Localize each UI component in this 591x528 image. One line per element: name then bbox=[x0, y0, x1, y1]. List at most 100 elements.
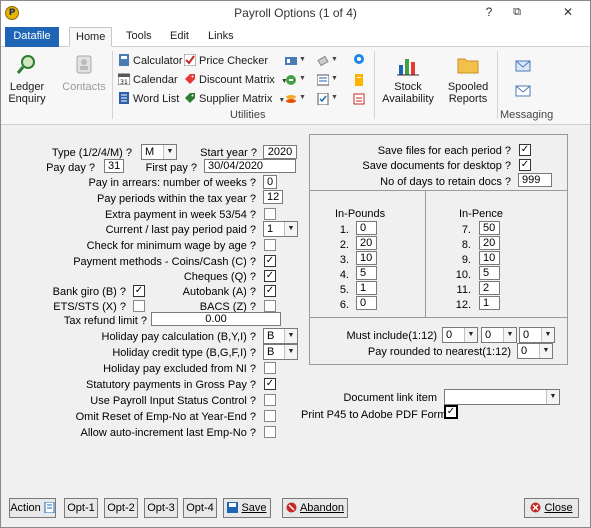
send-message-icon[interactable] bbox=[515, 59, 531, 73]
arrears-field[interactable]: 0 bbox=[263, 175, 277, 189]
periods-field[interactable]: 12 bbox=[263, 190, 283, 204]
discount-matrix-button[interactable]: Discount Matrix ▼ bbox=[184, 71, 288, 89]
holiday-credit-combo[interactable]: B ▼ bbox=[263, 344, 298, 360]
opt1-button[interactable]: Opt-1 bbox=[64, 498, 98, 518]
action-button[interactable]: Action bbox=[9, 498, 56, 518]
network-icon[interactable] bbox=[353, 53, 365, 65]
pence-field[interactable]: 10 bbox=[479, 251, 500, 265]
doc-link-dropdown-icon[interactable]: ▼ bbox=[546, 390, 559, 404]
globe-arrow-icon[interactable] bbox=[285, 74, 297, 86]
supplier-matrix-button[interactable]: Supplier Matrix ▼ bbox=[184, 90, 285, 108]
type-combo[interactable]: M ▼ bbox=[141, 144, 177, 160]
receive-message-icon[interactable] bbox=[515, 83, 531, 97]
must-include-combo-2[interactable]: 0 ▼ bbox=[481, 327, 517, 343]
checklist-icon[interactable] bbox=[317, 92, 329, 106]
list-dropdown-icon[interactable]: ▼ bbox=[331, 75, 338, 82]
holiday-excluded-checkbox[interactable] bbox=[264, 362, 276, 374]
payroll-options-form: Type (1/2/4/M) ? M ▼ Start year ? 2020 P… bbox=[1, 126, 590, 488]
must-include-combo-1[interactable]: 0 ▼ bbox=[442, 327, 478, 343]
holiday-credit-value: B bbox=[267, 346, 275, 358]
report-icon[interactable] bbox=[353, 93, 365, 105]
must-include-dropdown-icon[interactable]: ▼ bbox=[503, 328, 516, 342]
tab-edit[interactable]: Edit bbox=[164, 27, 195, 47]
list-icon[interactable] bbox=[316, 74, 330, 86]
pounds-field[interactable]: 0 bbox=[356, 296, 377, 310]
holiday-excluded-label: Holiday pay excluded from NI ? bbox=[103, 363, 256, 375]
extra-payment-checkbox[interactable] bbox=[264, 208, 276, 220]
tab-links[interactable]: Links bbox=[202, 27, 240, 47]
id-card-icon[interactable] bbox=[285, 55, 297, 67]
ets-sts-checkbox[interactable] bbox=[133, 300, 145, 312]
current-last-dropdown-icon[interactable]: ▼ bbox=[284, 222, 297, 236]
eraser-icon[interactable] bbox=[317, 55, 329, 67]
restore-button[interactable]: ⧉ bbox=[506, 3, 528, 21]
globe-dropdown-icon[interactable]: ▼ bbox=[299, 75, 306, 82]
coins-icon[interactable] bbox=[285, 93, 297, 105]
tab-datafile[interactable]: Datafile bbox=[5, 27, 59, 47]
holiday-calc-dropdown-icon[interactable]: ▼ bbox=[284, 329, 297, 343]
allow-auto-checkbox[interactable] bbox=[264, 426, 276, 438]
pence-field[interactable]: 1 bbox=[479, 296, 500, 310]
opt2-button[interactable]: Opt-2 bbox=[104, 498, 138, 518]
help-button[interactable]: ? bbox=[478, 3, 500, 21]
rounded-dropdown-icon[interactable]: ▼ bbox=[539, 344, 552, 358]
save-files-checkbox[interactable]: ✓ bbox=[519, 144, 531, 156]
bank-giro-checkbox[interactable]: ✓ bbox=[133, 285, 145, 297]
pounds-field[interactable]: 0 bbox=[356, 221, 377, 235]
abandon-button[interactable]: Abandon bbox=[282, 498, 348, 518]
price-checker-button[interactable]: Price Checker bbox=[183, 52, 268, 70]
close-button[interactable]: Close bbox=[524, 498, 579, 518]
pence-field[interactable]: 5 bbox=[479, 266, 500, 280]
holiday-credit-dropdown-icon[interactable]: ▼ bbox=[284, 345, 297, 359]
pay-day-field[interactable]: 31 bbox=[104, 159, 124, 173]
save-button[interactable]: Save bbox=[223, 498, 271, 518]
pounds-field[interactable]: 10 bbox=[356, 251, 377, 265]
id-card-dropdown-icon[interactable]: ▼ bbox=[299, 56, 306, 63]
tax-refund-field[interactable]: 0.00 bbox=[151, 312, 281, 326]
close-window-button[interactable]: ✕ bbox=[557, 3, 579, 21]
type-dropdown-icon[interactable]: ▼ bbox=[163, 145, 176, 159]
ledger-enquiry-button[interactable]: Ledger Enquiry bbox=[7, 53, 47, 105]
start-year-field[interactable]: 2020 bbox=[263, 145, 297, 159]
contacts-button[interactable]: Contacts bbox=[61, 53, 107, 93]
autobank-checkbox[interactable]: ✓ bbox=[264, 285, 276, 297]
bacs-checkbox[interactable] bbox=[264, 300, 276, 312]
pounds-field[interactable]: 5 bbox=[356, 266, 377, 280]
omit-reset-checkbox[interactable] bbox=[264, 410, 276, 422]
save-docs-checkbox[interactable]: ✓ bbox=[519, 159, 531, 171]
print-p45-checkbox[interactable]: ✓ bbox=[444, 405, 458, 419]
pounds-field[interactable]: 20 bbox=[356, 236, 377, 250]
opt4-button[interactable]: Opt-4 bbox=[183, 498, 217, 518]
pounds-field[interactable]: 1 bbox=[356, 281, 377, 295]
checklist-dropdown-icon[interactable]: ▼ bbox=[331, 94, 338, 101]
tab-tools[interactable]: Tools bbox=[120, 27, 158, 47]
must-include-combo-3[interactable]: 0 ▼ bbox=[519, 327, 555, 343]
spooled-reports-button[interactable]: Spooled Reports bbox=[443, 53, 493, 105]
document-icon[interactable] bbox=[353, 74, 365, 86]
eraser-dropdown-icon[interactable]: ▼ bbox=[331, 56, 338, 63]
pence-field[interactable]: 2 bbox=[479, 281, 500, 295]
current-last-combo[interactable]: 1 ▼ bbox=[263, 221, 298, 237]
cheques-checkbox[interactable]: ✓ bbox=[264, 270, 276, 282]
doc-link-combo[interactable]: ▼ bbox=[444, 389, 560, 405]
stock-availability-button[interactable]: Stock Availability bbox=[381, 53, 435, 105]
pence-field[interactable]: 20 bbox=[479, 236, 500, 250]
coins-dropdown-icon[interactable]: ▼ bbox=[299, 94, 306, 101]
pence-field[interactable]: 50 bbox=[479, 221, 500, 235]
statutory-checkbox[interactable]: ✓ bbox=[264, 378, 276, 390]
input-status-checkbox[interactable] bbox=[264, 394, 276, 406]
calculator-button[interactable]: Calculator bbox=[118, 52, 183, 70]
retain-docs-field[interactable]: 999 bbox=[518, 173, 552, 187]
title-bar: P Payroll Options (1 of 4) ? ⧉ ✕ bbox=[1, 1, 590, 25]
first-pay-field[interactable]: 30/04/2020 bbox=[204, 159, 296, 173]
opt3-button[interactable]: Opt-3 bbox=[144, 498, 178, 518]
must-include-dropdown-icon[interactable]: ▼ bbox=[541, 328, 554, 342]
coins-cash-checkbox[interactable]: ✓ bbox=[264, 255, 276, 267]
tab-home[interactable]: Home bbox=[69, 27, 113, 47]
rounded-combo[interactable]: 0 ▼ bbox=[517, 343, 553, 359]
min-wage-checkbox[interactable] bbox=[264, 239, 276, 251]
must-include-dropdown-icon[interactable]: ▼ bbox=[464, 328, 477, 342]
holiday-calc-combo[interactable]: B ▼ bbox=[263, 328, 298, 344]
calendar-button[interactable]: 31 Calendar bbox=[117, 71, 178, 89]
word-list-button[interactable]: Word List bbox=[118, 90, 179, 108]
